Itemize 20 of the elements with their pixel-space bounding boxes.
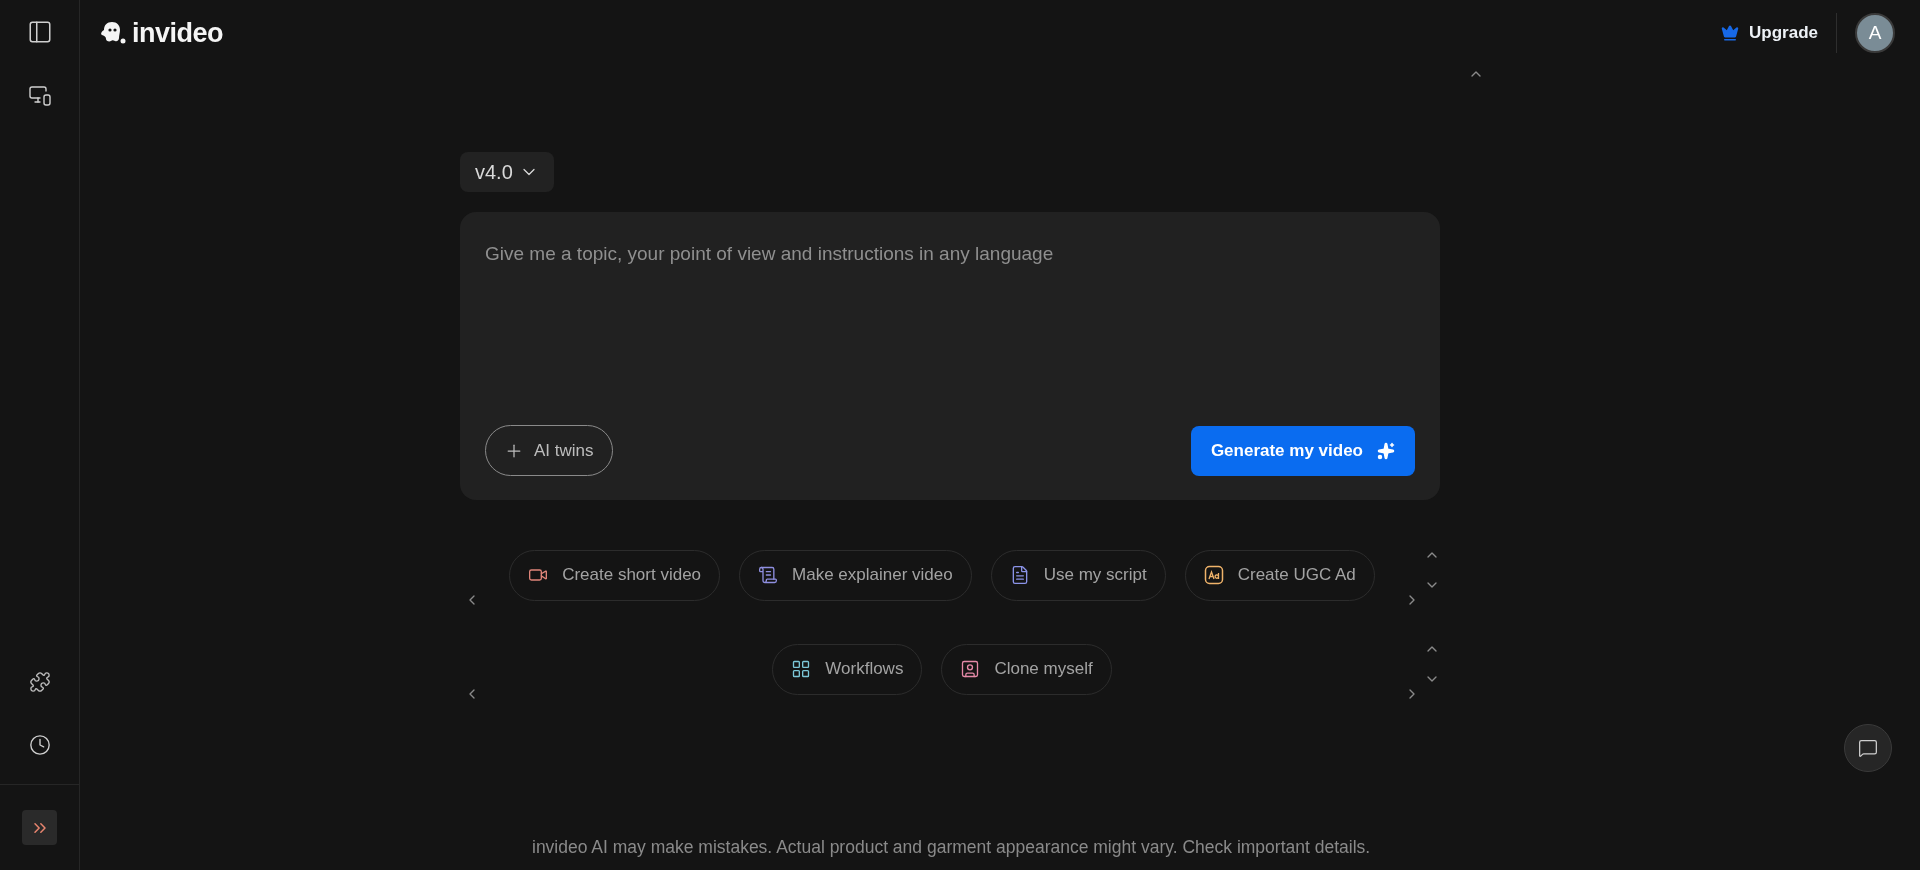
sidebar-toggle-icon[interactable]: [26, 19, 53, 45]
generate-button[interactable]: Generate my video: [1190, 425, 1415, 476]
puzzle-icon[interactable]: [28, 671, 51, 693]
prompt-field[interactable]: Give me a topic, your point of view and instructions in any language: [485, 240, 1415, 425]
crown-icon: [1721, 24, 1740, 42]
chat-button[interactable]: [1844, 724, 1892, 772]
sparkle-icon: [1377, 441, 1395, 460]
monitor-icon[interactable]: [27, 83, 52, 107]
ad-icon: [1203, 565, 1224, 585]
prompt-card[interactable]: Give me a topic, your point of view and instructions in any language AI twins Generate my video: [460, 212, 1440, 500]
chat-bubble-icon: [1858, 738, 1878, 758]
version-dropdown[interactable]: v4.0: [460, 152, 554, 192]
scroll-icon: [758, 565, 779, 585]
history-icon[interactable]: [28, 734, 51, 756]
expand-button[interactable]: [22, 810, 57, 845]
upgrade-button[interactable]: Upgrade: [1721, 20, 1818, 46]
portrait-icon: [960, 659, 981, 679]
ghost-logo-icon: [100, 21, 126, 45]
logo-text: invideo: [132, 16, 223, 50]
disclaimer-text: invideo AI may make mistakes. Actual product and garment appearance might vary. Check important details.: [532, 835, 1372, 859]
